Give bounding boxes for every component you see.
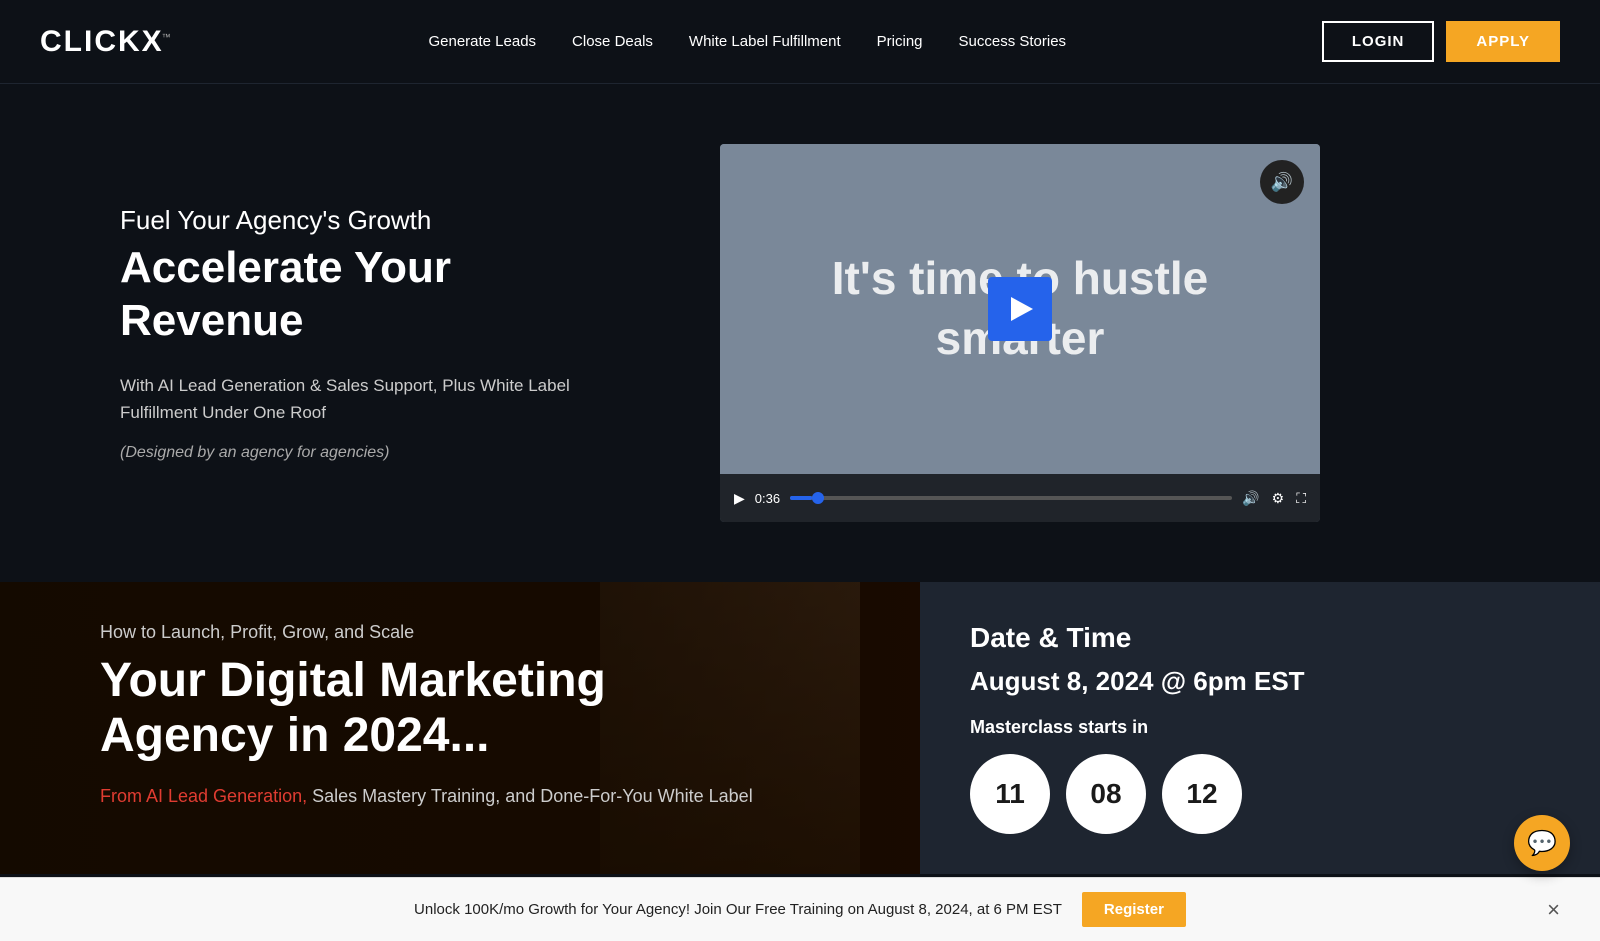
hero-section: Fuel Your Agency's Growth Accelerate You… xyxy=(0,84,1600,582)
hero-description: With AI Lead Generation & Sales Support,… xyxy=(120,372,640,426)
hero-text: Fuel Your Agency's Growth Accelerate You… xyxy=(120,204,640,462)
lower-left-content: How to Launch, Profit, Grow, and Scale Y… xyxy=(100,622,840,810)
chat-bubble[interactable]: 💬 xyxy=(1514,815,1570,871)
bottom-bar: Unlock 100K/mo Growth for Your Agency! J… xyxy=(0,877,1600,941)
hero-subtitle: Fuel Your Agency's Growth xyxy=(120,204,640,238)
nav-item-white-label[interactable]: White Label Fulfillment xyxy=(689,33,841,51)
lower-title-line2: Agency in 2024... xyxy=(100,709,490,762)
video-ctrl-play-icon[interactable]: ▶ xyxy=(734,490,745,507)
bottom-bar-text: Unlock 100K/mo Growth for Your Agency! J… xyxy=(414,901,1062,918)
close-bar-button[interactable]: × xyxy=(1547,897,1560,923)
nav-item-generate-leads[interactable]: Generate Leads xyxy=(428,33,536,51)
video-mute-button[interactable]: 🔊 xyxy=(1260,160,1304,204)
lower-title-line1: Your Digital Marketing xyxy=(100,654,606,707)
logo-text: CLICKX™ xyxy=(40,25,173,59)
lower-right: Date & Time August 8, 2024 @ 6pm EST Mas… xyxy=(920,582,1600,874)
nav-link-white-label[interactable]: White Label Fulfillment xyxy=(689,33,841,50)
video-progress-bar[interactable] xyxy=(790,496,1232,500)
countdown-hours: 11 xyxy=(970,754,1050,834)
nav-link-pricing[interactable]: Pricing xyxy=(877,33,923,50)
navbar: CLICKX™ Generate Leads Close Deals White… xyxy=(0,0,1600,84)
video-progress-dot xyxy=(812,492,824,504)
video-fullscreen-icon[interactable]: ⛶ xyxy=(1296,490,1306,507)
lower-sub-text: From AI Lead Generation, Sales Mastery T… xyxy=(100,783,840,810)
nav-links: Generate Leads Close Deals White Label F… xyxy=(428,33,1066,51)
login-button[interactable]: LOGIN xyxy=(1322,21,1435,62)
video-volume-icon[interactable]: 🔊 xyxy=(1242,490,1259,507)
countdown-seconds: 12 xyxy=(1162,754,1242,834)
video-container: It's time to hustle smarter 🔊 ▶ 0:36 🔊 ⚙… xyxy=(720,144,1320,522)
hero-tagline: (Designed by an agency for agencies) xyxy=(120,444,640,462)
nav-item-close-deals[interactable]: Close Deals xyxy=(572,33,653,51)
video-progress-fill xyxy=(790,496,812,500)
starts-in-label: Masterclass starts in xyxy=(970,717,1550,738)
video-timestamp: 0:36 xyxy=(755,491,780,506)
lower-sub-text-rest: Sales Mastery Training, and Done-For-You… xyxy=(307,786,753,806)
nav-item-pricing[interactable]: Pricing xyxy=(877,33,923,51)
date-title: Date & Time xyxy=(970,622,1550,654)
lower-highlight-text: From AI Lead Generation, xyxy=(100,786,307,806)
register-button[interactable]: Register xyxy=(1082,892,1186,927)
video-settings-icon[interactable]: ⚙ xyxy=(1272,490,1285,507)
countdown: 11 08 12 xyxy=(970,754,1550,834)
video-content: It's time to hustle smarter 🔊 xyxy=(720,144,1320,474)
apply-button[interactable]: APPLY xyxy=(1446,21,1560,62)
lower-section: How to Launch, Profit, Grow, and Scale Y… xyxy=(0,582,1600,874)
logo[interactable]: CLICKX™ xyxy=(40,25,173,59)
countdown-minutes: 08 xyxy=(1066,754,1146,834)
hero-title: Accelerate Your Revenue xyxy=(120,242,640,348)
nav-link-generate-leads[interactable]: Generate Leads xyxy=(428,33,536,50)
chat-icon: 💬 xyxy=(1527,829,1557,858)
lower-main-title: Your Digital Marketing Agency in 2024... xyxy=(100,653,840,763)
date-value: August 8, 2024 @ 6pm EST xyxy=(970,666,1550,697)
video-play-button[interactable] xyxy=(988,277,1052,341)
nav-link-success-stories[interactable]: Success Stories xyxy=(959,33,1067,50)
video-controls: ▶ 0:36 🔊 ⚙ ⛶ xyxy=(720,474,1320,522)
mute-icon: 🔊 xyxy=(1271,172,1293,193)
video-ctrl-icons: 🔊 ⚙ ⛶ xyxy=(1242,490,1306,507)
lower-left: How to Launch, Profit, Grow, and Scale Y… xyxy=(0,582,920,874)
lower-pre-title: How to Launch, Profit, Grow, and Scale xyxy=(100,622,840,643)
nav-item-success-stories[interactable]: Success Stories xyxy=(959,33,1067,51)
nav-buttons: LOGIN APPLY xyxy=(1322,21,1560,62)
nav-link-close-deals[interactable]: Close Deals xyxy=(572,33,653,50)
